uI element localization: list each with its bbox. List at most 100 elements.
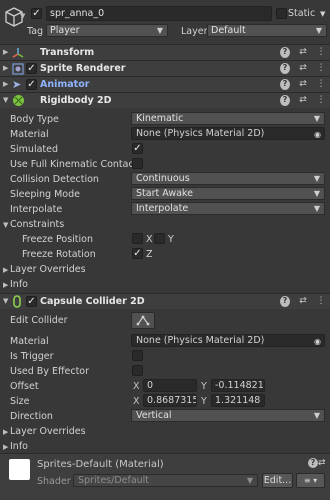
used-by-effector-checkbox[interactable] [132, 365, 143, 376]
more-icon[interactable]: ⋮ [316, 296, 326, 307]
material-help-icon[interactable]: ? [308, 458, 318, 468]
help-icon[interactable]: ? [280, 95, 290, 106]
gameobject-dropdown-arrow[interactable]: ▼ [20, 12, 25, 20]
animator-enabled-checkbox[interactable]: ✓ [26, 79, 37, 90]
interpolate-label: Interpolate [10, 204, 63, 215]
simulated-checkbox[interactable]: ✓ [132, 143, 143, 154]
static-checkbox[interactable] [276, 8, 287, 19]
body-type-label: Body Type [10, 114, 59, 125]
capsule-collider-enabled-checkbox[interactable]: ✓ [26, 296, 37, 307]
help-icon[interactable]: ? [280, 296, 290, 307]
sprite-renderer-enabled-checkbox[interactable]: ✓ [26, 63, 37, 74]
layer-dropdown[interactable]: Default ▼ [207, 24, 327, 37]
shader-label: Shader [37, 476, 71, 487]
preset-icon[interactable]: ⇄ [298, 63, 308, 74]
body-type-value: Kinematic [136, 113, 184, 124]
expand-arrow-icon[interactable]: ▼ [3, 96, 8, 104]
preset-icon[interactable]: ⇄ [298, 79, 308, 90]
offset-y-axis-label[interactable]: Y [201, 381, 207, 392]
cc-material-field[interactable]: None (Physics Material 2D) ◉ [131, 334, 325, 347]
more-icon[interactable]: ⋮ [316, 47, 326, 58]
object-picker-icon[interactable]: ◉ [314, 129, 321, 139]
freeze-rotation-z-checkbox[interactable]: ✓ [132, 248, 143, 259]
active-checkbox[interactable]: ✓ [31, 8, 42, 19]
collapse-arrow-icon[interactable]: ▶ [3, 64, 8, 72]
freeze-rotation-label: Freeze Rotation [22, 249, 96, 260]
expand-arrow-icon[interactable]: ▼ [3, 297, 8, 305]
object-picker-icon[interactable]: ◉ [314, 336, 321, 346]
cc-info-label[interactable]: Info [10, 441, 28, 452]
layer-overrides-fold-icon[interactable]: ▶ [3, 266, 8, 274]
sprite-renderer-header[interactable]: ▶ ✓ Sprite Renderer ? ⇄ ⋮ [0, 60, 330, 76]
material-preview [9, 459, 30, 480]
tag-value: Player [50, 25, 80, 36]
shader-menu-button[interactable]: ≡ ▾ [296, 473, 325, 488]
offset-y-field[interactable]: -0.1148219 [211, 379, 265, 392]
simulated-label: Simulated [10, 144, 59, 155]
collapse-arrow-icon[interactable]: ▶ [3, 48, 8, 56]
freeze-position-label: Freeze Position [22, 234, 93, 245]
tag-dropdown[interactable]: Player ▼ [46, 24, 168, 37]
more-icon[interactable]: ⋮ [316, 95, 326, 106]
more-icon[interactable]: ⋮ [316, 63, 326, 74]
info-fold-icon[interactable]: ▶ [3, 281, 8, 289]
chevron-down-icon: ▼ [313, 411, 320, 420]
freeze-rotation-z-label: Z [146, 249, 153, 260]
size-y-field[interactable]: 1.321148 [211, 394, 265, 407]
shader-edit-button[interactable]: Edit... [262, 473, 293, 488]
static-label: Static [288, 8, 316, 19]
kinematic-contacts-checkbox[interactable] [132, 158, 143, 169]
tag-label: Tag [27, 26, 44, 37]
preset-icon[interactable]: ⇄ [298, 47, 308, 58]
info-fold-icon[interactable]: ▶ [3, 443, 8, 451]
size-y-axis-label[interactable]: Y [201, 396, 207, 407]
rigidbody-header[interactable]: ▼ Rigidbody 2D ? ⇄ ⋮ [0, 92, 330, 108]
collision-detection-dropdown[interactable]: Continuous ▼ [131, 172, 325, 185]
chevron-down-icon: ▼ [313, 114, 320, 123]
help-icon[interactable]: ? [280, 47, 290, 58]
help-icon[interactable]: ? [280, 63, 290, 74]
preset-icon[interactable]: ⇄ [298, 95, 308, 106]
rb-layer-overrides-label[interactable]: Layer Overrides [10, 264, 86, 275]
is-trigger-checkbox[interactable] [132, 350, 143, 361]
layer-overrides-fold-icon[interactable]: ▶ [3, 428, 8, 436]
size-x-field[interactable]: 0.8687315 [143, 394, 197, 407]
cc-layer-overrides-label[interactable]: Layer Overrides [10, 426, 86, 437]
edit-collider-button[interactable] [131, 312, 155, 329]
direction-dropdown[interactable]: Vertical ▼ [131, 409, 325, 422]
freeze-position-x-checkbox[interactable] [132, 233, 143, 244]
offset-x-field[interactable]: 0 [143, 379, 197, 392]
freeze-position-x-label: X [146, 234, 153, 245]
collapse-arrow-icon[interactable]: ▶ [3, 80, 8, 88]
static-dropdown-arrow[interactable]: ▼ [320, 10, 325, 18]
interpolate-dropdown[interactable]: Interpolate ▼ [131, 202, 325, 215]
name-field[interactable]: spr_anna_0 [46, 6, 272, 21]
body-type-dropdown[interactable]: Kinematic ▼ [131, 112, 325, 125]
constraints-fold-icon[interactable]: ▼ [3, 221, 8, 229]
layer-value: Default [211, 25, 246, 36]
animator-header[interactable]: ▶ ➤ ✓ Animator ? ⇄ ⋮ [0, 76, 330, 92]
freeze-position-y-checkbox[interactable] [154, 233, 165, 244]
help-icon[interactable]: ? [280, 79, 290, 90]
chevron-down-icon: ▼ [315, 26, 322, 35]
animator-icon: ➤ [12, 78, 22, 91]
is-trigger-label: Is Trigger [10, 351, 54, 362]
size-x-axis-label[interactable]: X [133, 396, 140, 407]
transform-header[interactable]: ▶ Transform ? ⇄ ⋮ [0, 44, 330, 60]
constraints-label[interactable]: Constraints [10, 219, 64, 230]
capsule-collider-icon [12, 295, 22, 311]
material-preset-icon[interactable]: ⇄ [318, 458, 326, 468]
rb-material-field[interactable]: None (Physics Material 2D) ◉ [131, 127, 325, 140]
capsule-collider-header[interactable]: ▼ ✓ Capsule Collider 2D ? ⇄ ⋮ [0, 293, 330, 309]
transform-title: Transform [40, 47, 95, 58]
chevron-down-icon: ▼ [313, 189, 320, 198]
preset-icon[interactable]: ⇄ [298, 296, 308, 307]
rb-info-label[interactable]: Info [10, 279, 28, 290]
sleeping-mode-dropdown[interactable]: Start Awake ▼ [131, 187, 325, 200]
cc-material-value: None (Physics Material 2D) [136, 335, 265, 346]
offset-x-axis-label[interactable]: X [133, 381, 140, 392]
freeze-position-y-label: Y [168, 234, 174, 245]
rb-material-value: None (Physics Material 2D) [136, 128, 265, 139]
more-icon[interactable]: ⋮ [316, 79, 326, 90]
rigidbody-icon [12, 94, 25, 110]
